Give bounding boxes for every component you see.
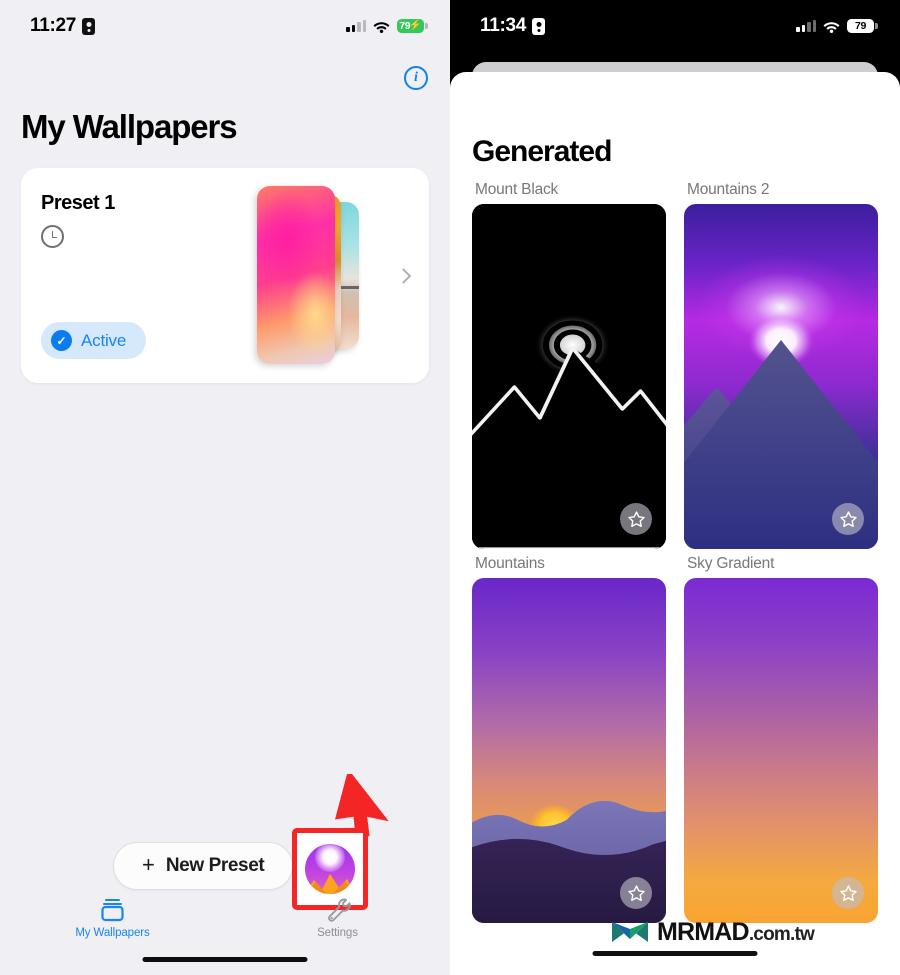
star-outline-icon bbox=[839, 884, 857, 901]
info-icon[interactable]: i bbox=[404, 66, 428, 90]
star-outline-icon bbox=[627, 510, 645, 527]
favorite-button[interactable] bbox=[620, 503, 652, 535]
status-bar-indicators-right: 79 bbox=[796, 19, 878, 33]
status-bar-left: 11:27 79 ⚡ bbox=[0, 0, 450, 52]
battery-icon: 79 ⚡ bbox=[397, 19, 428, 33]
screen-record-badge-icon bbox=[532, 17, 546, 35]
wallpaper-cell[interactable]: Mountains bbox=[472, 555, 666, 923]
status-bar-time-group: 11:34 bbox=[480, 15, 546, 37]
wallpaper-thumbnail-sky-gradient[interactable] bbox=[684, 578, 878, 923]
wallpaper-grid: Mount Black Mountains 2 Mountains Sky Gr… bbox=[450, 169, 900, 923]
favorite-button[interactable] bbox=[832, 877, 864, 909]
home-indicator bbox=[142, 956, 308, 962]
favorite-button[interactable] bbox=[620, 877, 652, 909]
mrmad-logo-icon bbox=[612, 922, 648, 942]
sheet-title: Generated bbox=[472, 135, 612, 168]
wallpaper-label: Mount Black bbox=[475, 181, 559, 198]
wallpaper-cell[interactable]: Mountains 2 bbox=[684, 181, 878, 549]
status-bar-right: 11:34 79 bbox=[450, 0, 900, 52]
wallpaper-cell[interactable]: Mount Black bbox=[472, 181, 666, 549]
battery-icon: 79 bbox=[847, 19, 878, 33]
watermark-text: MRMAD.com.tw bbox=[657, 917, 815, 947]
wallpaper-thumbnail-mount-black[interactable] bbox=[472, 204, 666, 549]
wallpaper-label: Mountains bbox=[475, 555, 545, 572]
watermark-brand: MRMAD bbox=[657, 917, 750, 946]
app-icon-mountains bbox=[305, 874, 355, 894]
cellular-signal-icon bbox=[796, 20, 816, 32]
check-circle-icon: ✓ bbox=[51, 330, 72, 351]
new-preset-label: New Preset bbox=[165, 855, 265, 876]
wallpaper-label: Mountains 2 bbox=[687, 181, 770, 198]
chevron-right-icon[interactable] bbox=[395, 267, 412, 284]
wifi-icon bbox=[373, 20, 390, 33]
wrench-icon bbox=[328, 898, 351, 922]
status-time: 11:27 bbox=[30, 15, 77, 36]
status-badge-label: Active bbox=[81, 330, 127, 350]
generated-sheet: Generated Mount Black Mountains 2 Mounta… bbox=[450, 72, 900, 975]
wallpaper-thumbnail-mountains-2[interactable] bbox=[684, 204, 878, 549]
status-badge[interactable]: ✓ Active bbox=[41, 322, 147, 359]
wallpaper-thumbnail-mountains[interactable] bbox=[472, 578, 666, 923]
home-indicator bbox=[592, 950, 758, 956]
mountains2-art bbox=[684, 314, 878, 549]
sidebar-item-settings[interactable]: Settings bbox=[225, 897, 450, 939]
sidebar-item-my-wallpapers[interactable]: My Wallpapers bbox=[0, 897, 225, 939]
plus-icon: + bbox=[142, 852, 155, 877]
status-bar-indicators-left: 79 ⚡ bbox=[346, 19, 428, 33]
status-bar-time-group: 11:27 bbox=[30, 15, 96, 37]
status-time: 11:34 bbox=[480, 15, 527, 36]
preset-card[interactable]: Preset 1 ✓ Active bbox=[21, 168, 429, 383]
page-title: My Wallpapers bbox=[21, 108, 238, 145]
right-phone-screen: 11:34 79 Generated Mount Black Mountains… bbox=[450, 0, 900, 975]
cellular-signal-icon bbox=[346, 20, 366, 32]
preset-thumbnail-stack bbox=[257, 186, 377, 366]
preset-thumb-1 bbox=[257, 186, 335, 364]
wallpaper-label: Sky Gradient bbox=[687, 555, 775, 572]
mountains-art bbox=[472, 801, 666, 923]
tab-label: Settings bbox=[317, 927, 358, 939]
left-phone-screen: 11:27 79 ⚡ i My Wallpapers Preset 1 ✓ Ac… bbox=[0, 0, 450, 975]
tab-label: My Wallpapers bbox=[75, 927, 150, 939]
wallpaper-app-icon bbox=[305, 844, 355, 894]
new-preset-button[interactable]: + New Preset bbox=[113, 842, 294, 890]
wifi-icon bbox=[823, 20, 840, 33]
battery-percent: 79 bbox=[854, 20, 867, 32]
watermark-domain: .com.tw bbox=[748, 923, 815, 945]
favorite-button[interactable] bbox=[832, 503, 864, 535]
charging-bolt-icon: ⚡ bbox=[409, 20, 422, 31]
wallpaper-cell[interactable]: Sky Gradient bbox=[684, 555, 878, 923]
preset-name: Preset 1 bbox=[41, 192, 115, 214]
watermark: MRMAD.com.tw bbox=[610, 917, 815, 947]
star-outline-icon bbox=[839, 510, 857, 527]
info-button-row: i bbox=[0, 52, 450, 90]
star-outline-icon bbox=[627, 884, 645, 901]
mount-black-art bbox=[472, 204, 666, 549]
screen-record-badge-icon bbox=[82, 17, 96, 35]
clock-icon bbox=[41, 225, 64, 248]
stacked-cards-icon bbox=[101, 899, 124, 922]
tab-bar: My Wallpapers Settings bbox=[0, 897, 450, 939]
screenshot-stage: 11:27 79 ⚡ i My Wallpapers Preset 1 ✓ Ac… bbox=[0, 0, 900, 975]
